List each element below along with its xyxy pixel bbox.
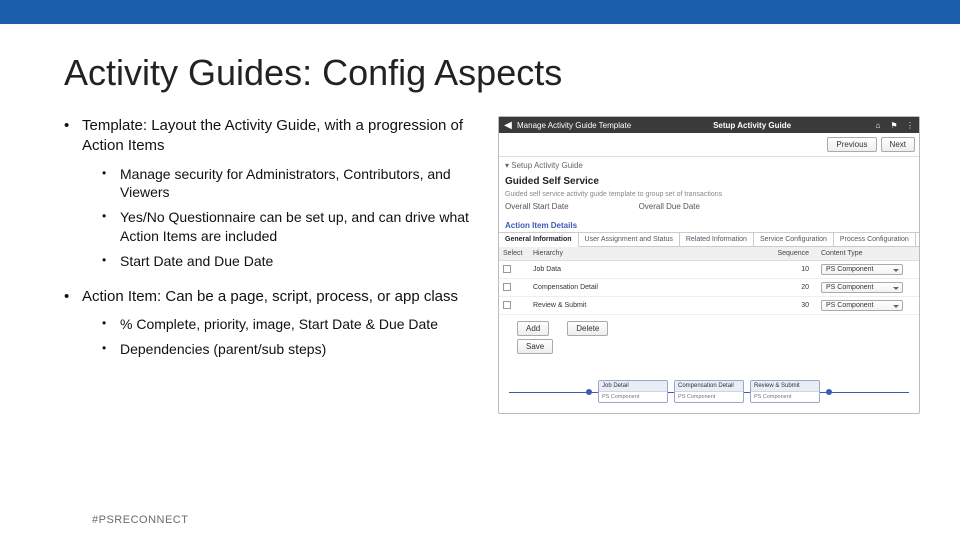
date-row: Overall Start Date Overall Due Date bbox=[499, 202, 919, 217]
delete-button[interactable]: Delete bbox=[567, 321, 608, 336]
flow-node-sub: PS Component bbox=[675, 392, 743, 402]
bullet-level-2: Yes/No Questionnaire can be set up, and … bbox=[64, 208, 494, 246]
table-header: Select Hierarchy Sequence Content Type bbox=[499, 247, 919, 261]
flow-dot bbox=[586, 389, 592, 395]
bullet-level-2: Manage security for Administrators, Cont… bbox=[64, 165, 494, 203]
back-icon[interactable]: ◀ bbox=[503, 120, 513, 130]
flow-node[interactable]: Compensation Detail PS Component bbox=[674, 380, 744, 403]
col-sequence: Sequence bbox=[767, 247, 817, 260]
col-content-type: Content Type bbox=[817, 247, 907, 260]
cell-hierarchy: Review & Submit bbox=[529, 299, 767, 312]
nav-row: Previous Next bbox=[499, 133, 919, 157]
flow-diagram: Job Detail PS Component Compensation Det… bbox=[499, 370, 919, 413]
cell-sequence: 20 bbox=[767, 281, 817, 294]
menu-icon[interactable]: ⋮ bbox=[905, 120, 915, 130]
row-checkbox[interactable] bbox=[503, 265, 511, 273]
section-subtext: Guided self service activity guide templ… bbox=[499, 191, 919, 202]
cell-sequence: 10 bbox=[767, 263, 817, 276]
button-row-2: Save bbox=[499, 342, 919, 357]
content-type-select[interactable]: PS Component bbox=[821, 282, 903, 293]
header-mid-title: Setup Activity Guide bbox=[631, 121, 873, 130]
table-row: Compensation Detail 20 PS Component bbox=[499, 279, 919, 297]
tab-strip: General Information User Assignment and … bbox=[499, 232, 919, 247]
breadcrumb: ▾ Setup Activity Guide bbox=[499, 157, 919, 172]
home-icon[interactable]: ⌂ bbox=[873, 120, 883, 130]
table-row: Review & Submit 30 PS Component bbox=[499, 297, 919, 315]
bullet-level-2: Dependencies (parent/sub steps) bbox=[64, 340, 494, 359]
content-type-select[interactable]: PS Component bbox=[821, 300, 903, 311]
flow-node-title: Compensation Detail bbox=[675, 381, 743, 392]
tab-process-configuration[interactable]: Process Configuration bbox=[834, 233, 916, 246]
flow-node-sub: PS Component bbox=[751, 392, 819, 402]
flag-icon[interactable]: ⚑ bbox=[889, 120, 899, 130]
content-type-select[interactable]: PS Component bbox=[821, 264, 903, 275]
flow-node[interactable]: Review & Submit PS Component bbox=[750, 380, 820, 403]
header-left-title: Manage Activity Guide Template bbox=[517, 121, 631, 130]
tab-service-configuration[interactable]: Service Configuration bbox=[754, 233, 834, 246]
embedded-screenshot: ◀ Manage Activity Guide Template Setup A… bbox=[498, 116, 920, 414]
bullet-level-1: Action Item: Can be a page, script, proc… bbox=[64, 287, 494, 307]
section-heading: Guided Self Service bbox=[499, 172, 919, 191]
cell-sequence: 30 bbox=[767, 299, 817, 312]
slide-top-bar bbox=[0, 0, 960, 24]
col-hierarchy: Hierarchy bbox=[529, 247, 767, 260]
footer-hashtag: #PSRECONNECT bbox=[92, 514, 188, 526]
cell-hierarchy: Job Data bbox=[529, 263, 767, 276]
col-select: Select bbox=[499, 247, 529, 260]
app-header: ◀ Manage Activity Guide Template Setup A… bbox=[499, 117, 919, 133]
table-row: Job Data 10 PS Component bbox=[499, 261, 919, 279]
flow-node-title: Review & Submit bbox=[751, 381, 819, 392]
flow-dot bbox=[826, 389, 832, 395]
bullet-level-1: Template: Layout the Activity Guide, wit… bbox=[64, 116, 494, 157]
action-item-details-label: Action Item Details bbox=[499, 217, 919, 232]
due-date-label: Overall Due Date bbox=[639, 202, 700, 211]
start-date-label: Overall Start Date bbox=[505, 202, 569, 211]
tab-related-information[interactable]: Related Information bbox=[680, 233, 754, 246]
tab-general-information[interactable]: General Information bbox=[499, 233, 579, 247]
bullet-level-2: % Complete, priority, image, Start Date … bbox=[64, 315, 494, 334]
flow-node-sub: PS Component bbox=[599, 392, 667, 402]
flow-node[interactable]: Job Detail PS Component bbox=[598, 380, 668, 403]
slide-title: Activity Guides: Config Aspects bbox=[64, 52, 920, 94]
add-button[interactable]: Add bbox=[517, 321, 549, 336]
bullet-column: Template: Layout the Activity Guide, wit… bbox=[64, 116, 494, 414]
bullet-level-2: Start Date and Due Date bbox=[64, 252, 494, 271]
flow-node-title: Job Detail bbox=[599, 381, 667, 392]
cell-hierarchy: Compensation Detail bbox=[529, 281, 767, 294]
previous-button[interactable]: Previous bbox=[827, 137, 876, 152]
save-button[interactable]: Save bbox=[517, 339, 553, 354]
button-row: Add Delete bbox=[499, 315, 919, 342]
row-checkbox[interactable] bbox=[503, 301, 511, 309]
tab-user-assignment[interactable]: User Assignment and Status bbox=[579, 233, 680, 246]
row-checkbox[interactable] bbox=[503, 283, 511, 291]
slide-body: Activity Guides: Config Aspects Template… bbox=[0, 24, 960, 540]
next-button[interactable]: Next bbox=[881, 137, 915, 152]
